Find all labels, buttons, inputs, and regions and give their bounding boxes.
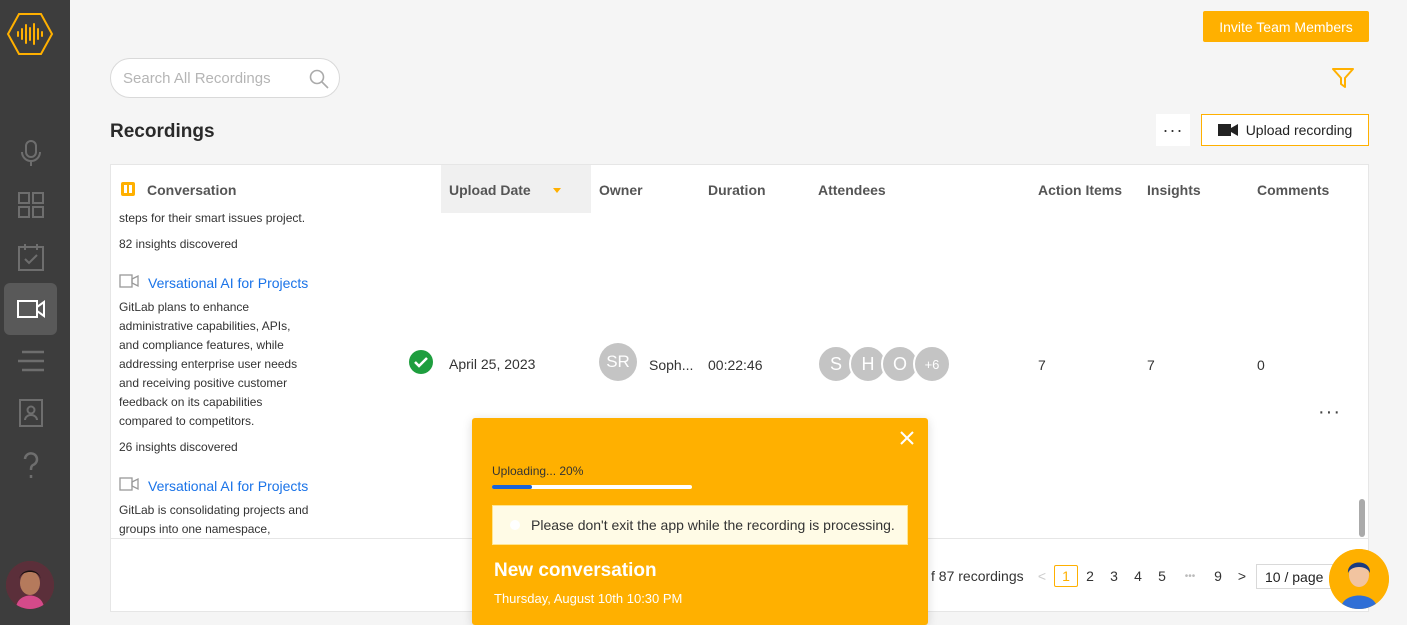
page-size-select[interactable]: 10 / page bbox=[1256, 564, 1336, 589]
video-camera-icon bbox=[1217, 124, 1238, 136]
search-box[interactable] bbox=[110, 58, 340, 98]
pagination-page-9[interactable]: 9 bbox=[1206, 565, 1230, 587]
upload-recording-button[interactable]: Upload recording bbox=[1201, 114, 1369, 146]
contacts-icon bbox=[18, 399, 43, 427]
column-action-items[interactable]: Action Items bbox=[1038, 182, 1122, 198]
table-header: Conversation Upload Date Owner Duration … bbox=[111, 165, 1368, 213]
conversation-summary: GitLab is consolidating projects and gro… bbox=[119, 503, 309, 536]
video-icon bbox=[119, 477, 139, 491]
duration: 00:22:46 bbox=[708, 357, 763, 373]
user-avatar[interactable] bbox=[6, 561, 54, 609]
help-icon bbox=[23, 452, 38, 478]
sidebar bbox=[0, 0, 70, 625]
sidebar-item-contacts[interactable] bbox=[4, 387, 57, 439]
more-options-button[interactable]: ··· bbox=[1156, 114, 1190, 146]
pagination-total: f 87 recordings bbox=[931, 568, 1024, 584]
processing-warning-text: Please don't exit the app while the reco… bbox=[531, 517, 895, 533]
search-icon[interactable] bbox=[309, 69, 329, 89]
pagination-next[interactable]: > bbox=[1230, 565, 1254, 587]
upload-status: Uploading... 20% bbox=[492, 464, 584, 478]
insights-discovered: 26 insights discovered bbox=[119, 440, 238, 454]
prev-row-insights: 82 insights discovered bbox=[119, 237, 238, 251]
action-items-count: 7 bbox=[1038, 357, 1046, 373]
pagination-prev[interactable]: < bbox=[1030, 565, 1054, 587]
upload-progress-fill bbox=[492, 485, 532, 489]
video-icon bbox=[119, 274, 139, 288]
prev-row-summary-tail: steps for their smart issues project. bbox=[119, 211, 306, 225]
column-conversation[interactable]: Conversation bbox=[147, 182, 236, 198]
pagination-page-1[interactable]: 1 bbox=[1054, 565, 1078, 587]
upload-date: April 25, 2023 bbox=[449, 356, 536, 372]
column-comments[interactable]: Comments bbox=[1257, 182, 1329, 198]
invite-team-members-button[interactable]: Invite Team Members bbox=[1203, 11, 1369, 42]
column-insights[interactable]: Insights bbox=[1147, 182, 1201, 198]
assistant-avatar[interactable] bbox=[1329, 549, 1389, 609]
column-owner[interactable]: Owner bbox=[599, 182, 643, 198]
pagination-page-2[interactable]: 2 bbox=[1078, 565, 1102, 587]
sidebar-item-tasks[interactable] bbox=[4, 231, 57, 283]
owner-avatar: SR bbox=[599, 343, 637, 381]
close-icon[interactable] bbox=[899, 430, 915, 446]
upload-recording-label: Upload recording bbox=[1245, 122, 1353, 138]
mic-icon bbox=[20, 140, 41, 166]
pagination-page-3[interactable]: 3 bbox=[1102, 565, 1126, 587]
info-icon bbox=[510, 520, 520, 530]
insights-count: 7 bbox=[1147, 357, 1155, 373]
toast-date: Thursday, August 10th 10:30 PM bbox=[494, 591, 683, 606]
list-icon bbox=[17, 350, 44, 372]
upload-progress-toast: Uploading... 20% Please don't exit the a… bbox=[472, 418, 928, 625]
search-input[interactable] bbox=[123, 69, 303, 87]
calendar-check-icon bbox=[17, 244, 44, 271]
comments-count: 0 bbox=[1257, 357, 1265, 373]
sidebar-item-record[interactable] bbox=[4, 127, 57, 179]
table-scrollbar[interactable] bbox=[1359, 499, 1365, 537]
row-more-button[interactable]: ··· bbox=[1318, 401, 1341, 424]
pagination-ellipsis[interactable]: ••• bbox=[1178, 565, 1202, 587]
processed-check-icon bbox=[409, 350, 433, 374]
column-settings-icon[interactable] bbox=[121, 182, 135, 196]
conversation-link[interactable]: Versational AI for Projects bbox=[148, 275, 308, 291]
column-upload-date[interactable]: Upload Date bbox=[449, 182, 531, 198]
column-upload-date-bg[interactable]: Upload Date bbox=[441, 165, 591, 213]
column-attendees[interactable]: Attendees bbox=[818, 182, 886, 198]
pagination-page-5[interactable]: 5 bbox=[1150, 565, 1174, 587]
sidebar-item-list[interactable] bbox=[4, 335, 57, 387]
sidebar-item-dashboard[interactable] bbox=[4, 179, 57, 231]
conversation-link[interactable]: Versational AI for Projects bbox=[148, 478, 308, 494]
attendees-more-badge[interactable]: +6 bbox=[913, 345, 951, 383]
column-duration[interactable]: Duration bbox=[708, 182, 766, 198]
owner-name: Soph... bbox=[649, 357, 694, 373]
video-icon bbox=[16, 300, 45, 318]
page-title: Recordings bbox=[110, 121, 215, 142]
pagination-page-4[interactable]: 4 bbox=[1126, 565, 1150, 587]
sidebar-item-help[interactable] bbox=[4, 439, 57, 491]
sidebar-item-recordings[interactable] bbox=[4, 283, 57, 335]
sort-desc-icon[interactable] bbox=[553, 188, 561, 193]
filter-icon[interactable] bbox=[1332, 68, 1354, 88]
processing-warning: Please don't exit the app while the reco… bbox=[492, 505, 908, 545]
logo[interactable] bbox=[5, 10, 55, 58]
upload-progress-bar bbox=[492, 485, 692, 489]
dashboard-icon bbox=[17, 192, 44, 218]
toast-title: New conversation bbox=[494, 560, 657, 581]
conversation-summary: GitLab plans to enhance administrative c… bbox=[119, 300, 298, 428]
